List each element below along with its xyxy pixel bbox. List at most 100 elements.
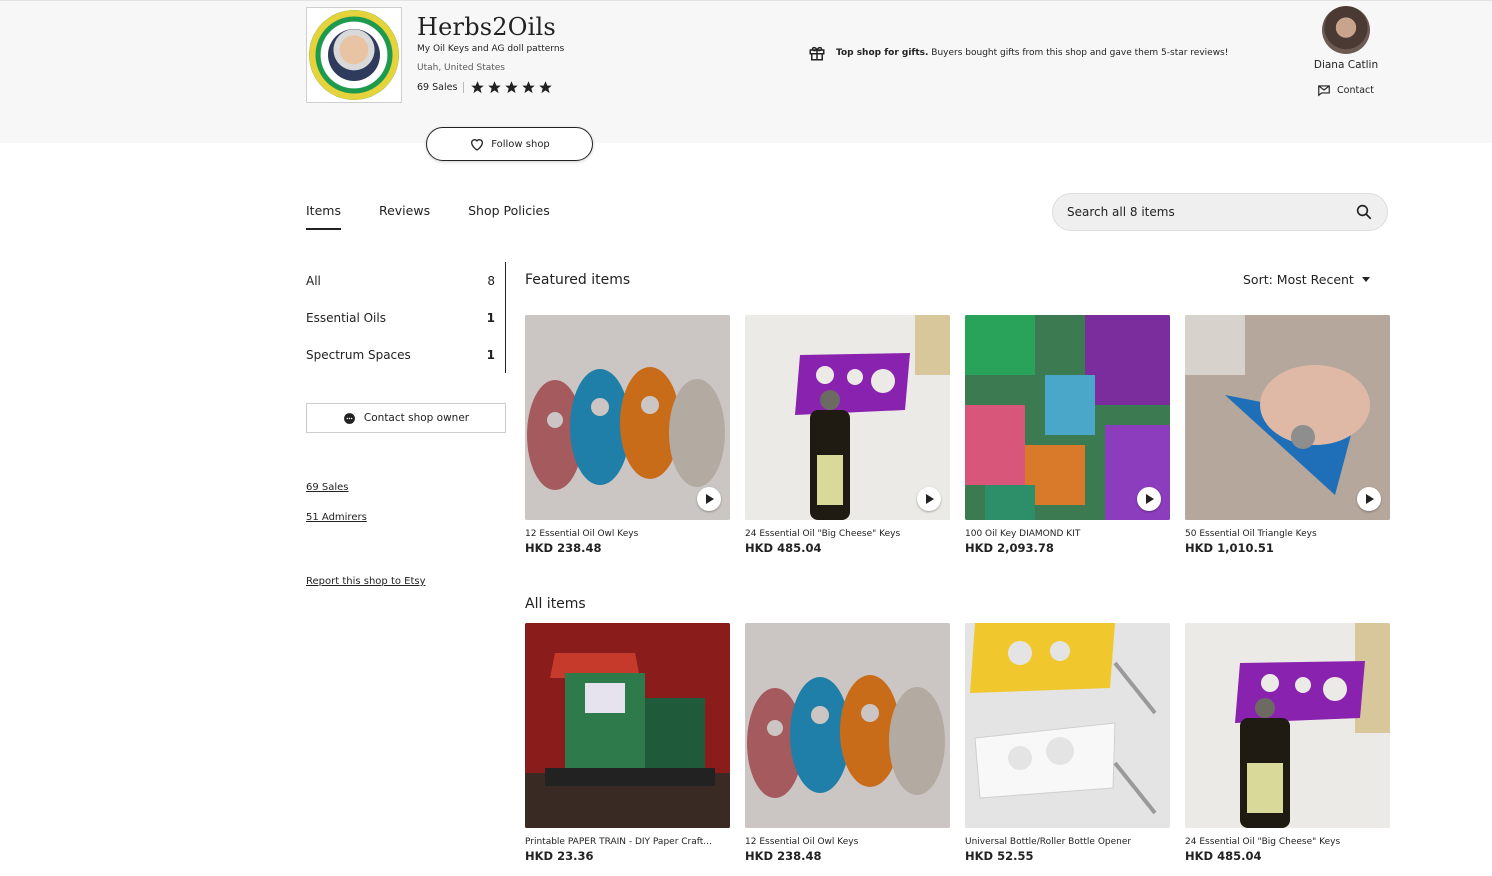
diamond-kit-photo — [965, 315, 1170, 520]
category-item-spectrum-spaces[interactable]: Spectrum Spaces 1 — [306, 336, 505, 373]
shop-tagline: My Oil Keys and AG doll patterns — [417, 44, 565, 54]
listing-image[interactable] — [1185, 315, 1390, 520]
category-list: All 8 Essential Oils 1 Spectrum Spaces 1 — [306, 262, 506, 373]
shop-location: Utah, United States — [417, 63, 506, 73]
cheese-key-photo — [745, 315, 950, 520]
listing-price: HKD 2,093.78 — [965, 541, 1054, 555]
shop-logo-image — [309, 10, 399, 100]
listing-price: HKD 1,010.51 — [1185, 541, 1274, 555]
listing-price: HKD 485.04 — [1185, 849, 1262, 863]
tab-items[interactable]: Items — [306, 203, 341, 230]
contact-shop-owner-label: Contact shop owner — [363, 412, 470, 424]
chat-icon — [343, 412, 355, 424]
sort-label: Sort: Most Recent — [1243, 272, 1354, 287]
listing-title[interactable]: 24 Essential Oil "Big Cheese" Keys — [745, 529, 950, 539]
sort-dropdown[interactable]: Sort: Most Recent — [1243, 272, 1370, 287]
follow-shop-button[interactable]: Follow shop — [426, 127, 593, 161]
listing-image[interactable] — [525, 623, 730, 828]
star-icon — [488, 81, 502, 94]
shop-logo-portrait — [328, 29, 380, 81]
owl-keys-photo — [525, 315, 730, 520]
category-label: All — [306, 273, 321, 288]
top-shop-badge: Top shop for gifts. Buyers bought gifts … — [808, 44, 1228, 62]
listing-title[interactable]: Universal Bottle/Roller Bottle Opener — [965, 837, 1170, 847]
category-item-essential-oils[interactable]: Essential Oils 1 — [306, 299, 505, 336]
listing-card[interactable]: 24 Essential Oil "Big Cheese" Keys HKD 4… — [745, 315, 950, 555]
paper-train-photo — [525, 623, 730, 828]
category-item-all[interactable]: All 8 — [306, 262, 505, 299]
listing-image[interactable] — [965, 315, 1170, 520]
play-video-icon[interactable] — [1357, 487, 1381, 511]
star-icon — [522, 81, 536, 94]
listing-title[interactable]: 12 Essential Oil Owl Keys — [745, 837, 950, 847]
star-rating[interactable] — [470, 80, 553, 95]
listing-price: HKD 23.36 — [525, 849, 594, 863]
listing-title[interactable]: 100 Oil Key DIAMOND KIT — [965, 529, 1170, 539]
listing-title[interactable]: 50 Essential Oil Triangle Keys — [1185, 529, 1390, 539]
featured-items-title: Featured items — [525, 272, 631, 288]
listing-image[interactable] — [745, 315, 950, 520]
report-shop-link[interactable]: Report this shop to Etsy — [306, 576, 426, 587]
category-label: Essential Oils — [306, 310, 386, 325]
category-count: 1 — [486, 310, 495, 325]
contact-owner-link[interactable]: Contact — [1317, 83, 1374, 97]
category-label: Spectrum Spaces — [306, 347, 411, 362]
admirers-link[interactable]: 51 Admirers — [306, 512, 367, 523]
play-video-icon[interactable] — [1137, 487, 1161, 511]
featured-items-grid: 12 Essential Oil Owl Keys HKD 238.48 24 … — [525, 315, 1390, 555]
listing-card[interactable]: Universal Bottle/Roller Bottle Opener HK… — [965, 623, 1170, 863]
shop-search — [1052, 193, 1388, 231]
category-count: 1 — [486, 347, 495, 362]
listing-card[interactable]: 100 Oil Key DIAMOND KIT HKD 2,093.78 — [965, 315, 1170, 555]
owner-name[interactable]: Diana Catlin — [1305, 59, 1387, 71]
all-items-grid: Printable PAPER TRAIN - DIY Paper Craft.… — [525, 623, 1390, 863]
shop-tabs: Items Reviews Shop Policies — [306, 203, 550, 230]
shop-logo[interactable] — [306, 7, 402, 103]
play-video-icon[interactable] — [697, 487, 721, 511]
listing-title[interactable]: 12 Essential Oil Owl Keys — [525, 529, 730, 539]
shop-sales-rating: 69 Sales — [417, 80, 553, 95]
avatar[interactable] — [1322, 6, 1370, 54]
shop-name: Herbs2Oils — [417, 13, 556, 41]
category-count: 8 — [487, 273, 495, 288]
listing-card[interactable]: 24 Essential Oil "Big Cheese" Keys HKD 4… — [1185, 623, 1390, 863]
listing-price: HKD 238.48 — [745, 849, 822, 863]
listing-image[interactable] — [1185, 623, 1390, 828]
message-icon — [1318, 85, 1330, 97]
search-input[interactable] — [1067, 205, 1327, 219]
search-icon[interactable] — [1355, 203, 1373, 221]
listing-title[interactable]: Printable PAPER TRAIN - DIY Paper Craft.… — [525, 837, 730, 847]
listing-card[interactable]: Printable PAPER TRAIN - DIY Paper Craft.… — [525, 623, 730, 863]
divider — [463, 82, 465, 93]
top-shop-heading: Top shop for gifts. — [836, 48, 929, 58]
gift-icon — [809, 46, 825, 61]
contact-label: Contact — [1337, 84, 1374, 96]
tab-reviews[interactable]: Reviews — [379, 203, 430, 230]
all-items-title: All items — [525, 596, 586, 612]
listing-price: HKD 52.55 — [965, 849, 1034, 863]
shop-owner[interactable]: Diana Catlin — [1305, 6, 1387, 71]
top-shop-text: Buyers bought gifts from this shop and g… — [931, 48, 1229, 58]
heart-icon — [471, 139, 484, 151]
sales-link[interactable]: 69 Sales — [306, 482, 349, 493]
star-icon — [471, 81, 485, 94]
tab-shop-policies[interactable]: Shop Policies — [468, 203, 550, 230]
caret-down-icon — [1361, 277, 1370, 282]
owl-keys-photo — [745, 623, 950, 828]
listing-image[interactable] — [965, 623, 1170, 828]
contact-shop-owner-button[interactable]: Contact shop owner — [306, 403, 506, 433]
cheese-key-photo — [1185, 623, 1390, 828]
listing-card[interactable]: 12 Essential Oil Owl Keys HKD 238.48 — [525, 315, 730, 555]
star-icon — [539, 81, 553, 94]
listing-card[interactable]: 12 Essential Oil Owl Keys HKD 238.48 — [745, 623, 950, 863]
follow-shop-label: Follow shop — [491, 138, 550, 150]
listing-image[interactable] — [525, 315, 730, 520]
listing-price: HKD 485.04 — [745, 541, 822, 555]
listing-card[interactable]: 50 Essential Oil Triangle Keys HKD 1,010… — [1185, 315, 1390, 555]
triangle-keys-photo — [1185, 315, 1390, 520]
shop-header — [0, 0, 1492, 143]
bottle-opener-photo — [965, 623, 1170, 828]
play-video-icon[interactable] — [917, 487, 941, 511]
listing-image[interactable] — [745, 623, 950, 828]
listing-title[interactable]: 24 Essential Oil "Big Cheese" Keys — [1185, 837, 1390, 847]
